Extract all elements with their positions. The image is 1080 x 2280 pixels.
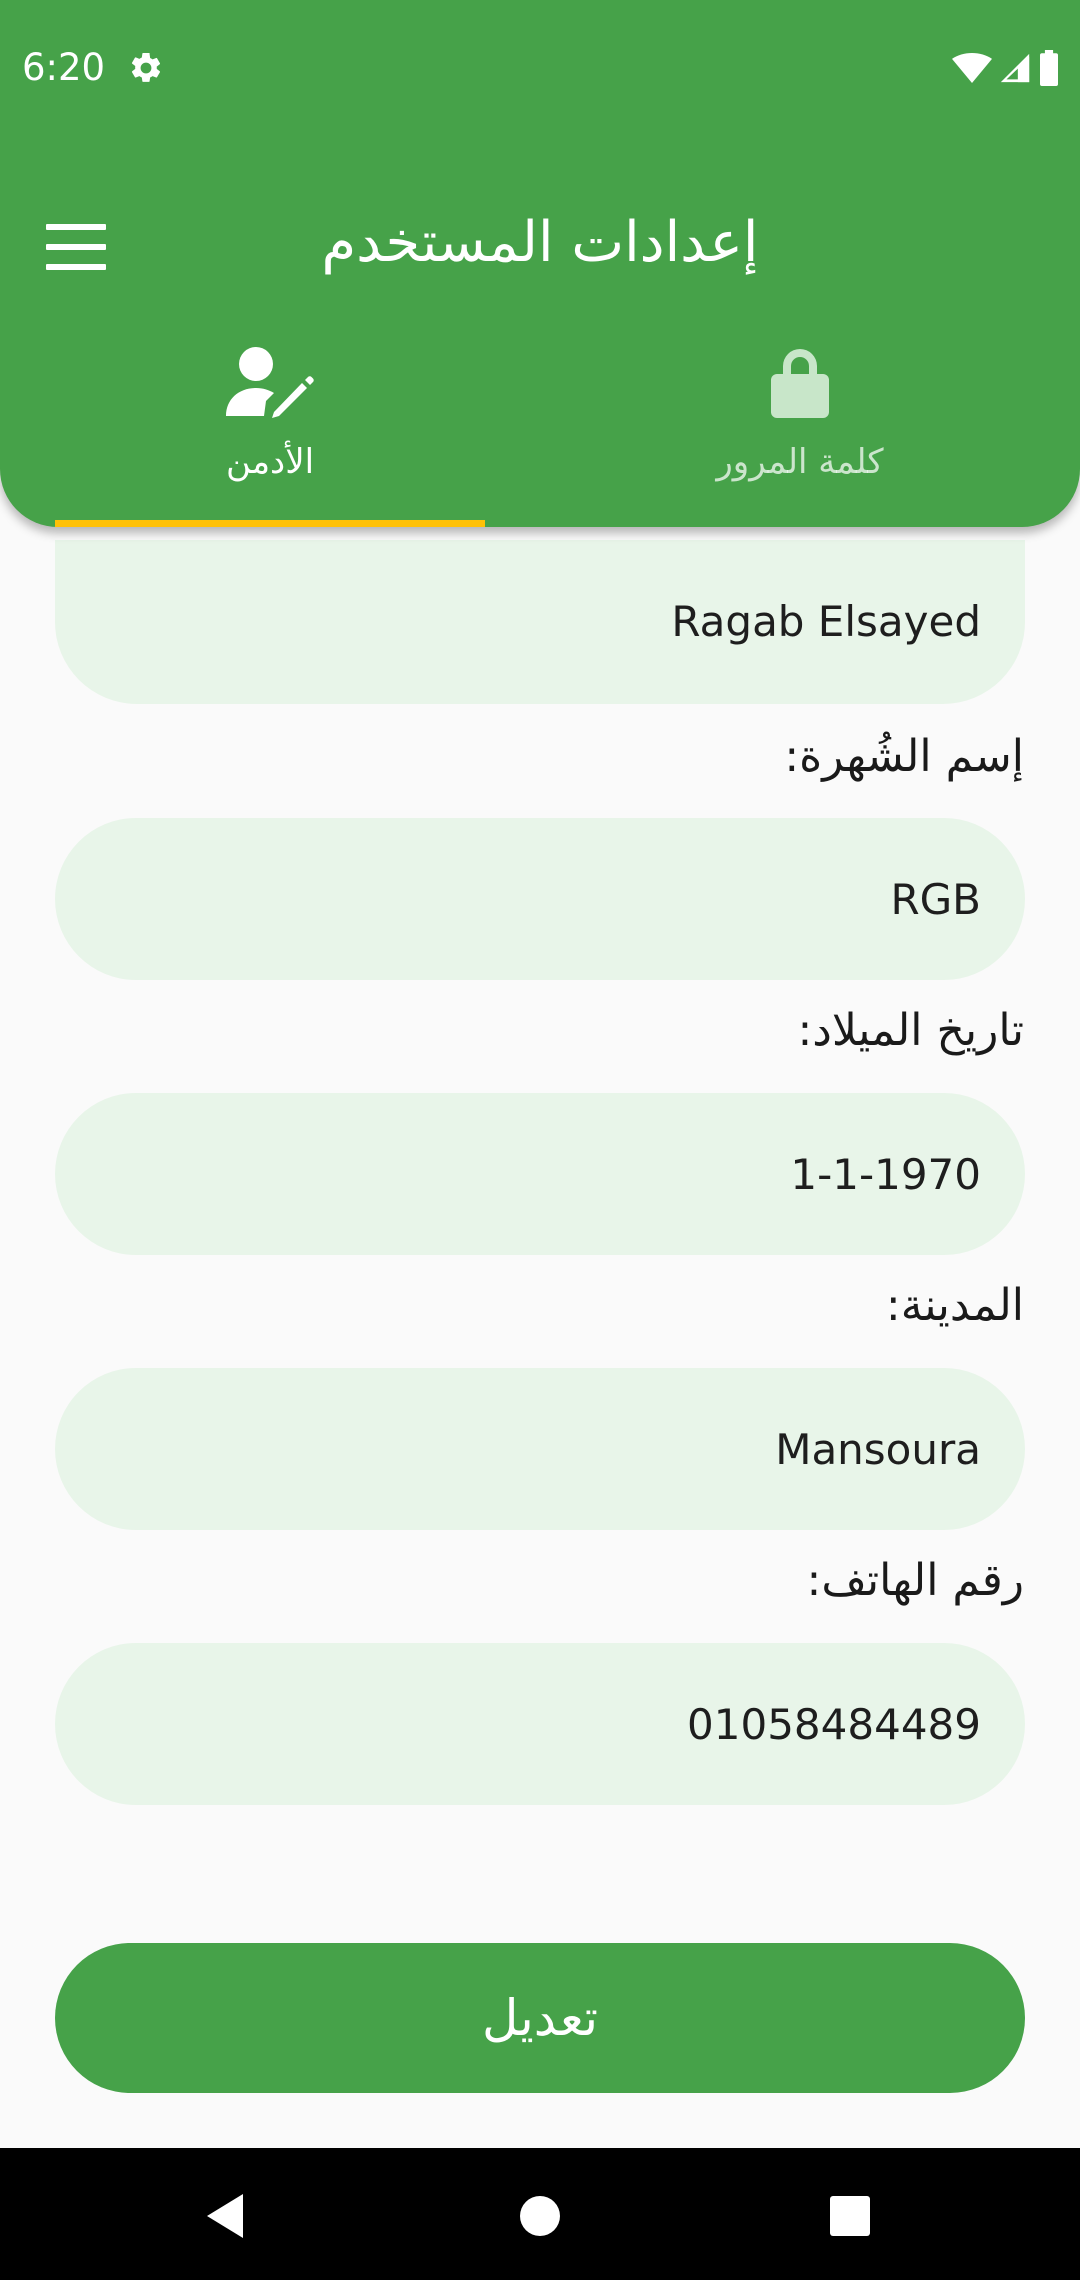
- user-edit-icon: [226, 340, 314, 424]
- status-time: 6:20: [22, 46, 106, 89]
- edit-button[interactable]: تعديل: [55, 1943, 1025, 2093]
- home-icon: [520, 2196, 560, 2236]
- page-title: إعدادات المستخدم: [321, 210, 759, 275]
- wifi-icon: [952, 53, 992, 83]
- name-value: Ragab Elsayed: [671, 597, 981, 646]
- system-nav-bar: [0, 2148, 1080, 2280]
- edit-button-label: تعديل: [481, 1989, 599, 2047]
- app-bar: 6:20 إعدادات المستخدم الأدمن كلمة المرور: [0, 0, 1080, 527]
- birthdate-label: تاريخ الميلاد:: [797, 1005, 1024, 1056]
- nickname-label: إسم الشُهرة:: [784, 731, 1024, 782]
- recents-icon: [830, 2196, 870, 2236]
- gear-icon: [131, 52, 161, 82]
- back-button[interactable]: [185, 2176, 265, 2256]
- recents-button[interactable]: [810, 2176, 890, 2256]
- birthdate-field[interactable]: 1-1-1970: [55, 1093, 1025, 1255]
- signal-icon: [1000, 53, 1030, 83]
- city-field[interactable]: Mansoura: [55, 1368, 1025, 1530]
- phone-value: 01058484489: [687, 1699, 981, 1749]
- back-icon: [207, 2194, 243, 2238]
- name-field[interactable]: Ragab Elsayed: [55, 540, 1025, 704]
- tab-password-label: كلمة المرور: [716, 442, 884, 482]
- tab-indicator: [55, 520, 485, 527]
- status-icons: [952, 48, 1060, 88]
- city-value: Mansoura: [775, 1424, 981, 1474]
- battery-icon: [1040, 50, 1058, 86]
- home-button[interactable]: [500, 2176, 580, 2256]
- tab-admin-label: الأدمن: [225, 442, 315, 482]
- phone-field[interactable]: 01058484489: [55, 1643, 1025, 1805]
- nickname-value: RGB: [890, 874, 981, 924]
- tab-password[interactable]: كلمة المرور: [585, 330, 1015, 527]
- birthdate-value: 1-1-1970: [790, 1149, 981, 1199]
- nickname-field[interactable]: RGB: [55, 818, 1025, 980]
- lock-icon: [769, 340, 831, 424]
- tab-admin[interactable]: الأدمن: [55, 330, 485, 527]
- phone-label: رقم الهاتف:: [806, 1555, 1025, 1606]
- city-label: المدينة:: [885, 1280, 1024, 1331]
